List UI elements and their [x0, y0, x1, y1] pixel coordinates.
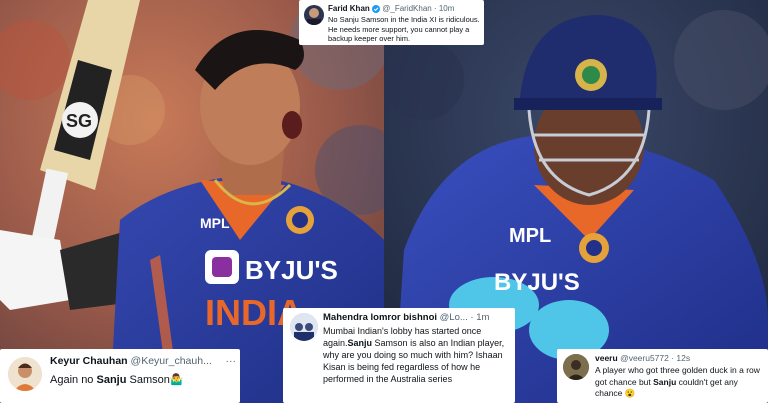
verified-icon [372, 4, 381, 13]
avatar[interactable] [563, 354, 589, 380]
jersey-sponsor-label: BYJU'S [245, 255, 338, 285]
keeper-jersey-maker-label: MPL [509, 225, 551, 247]
author-name[interactable]: Mahendra lomror bishnoi [323, 312, 437, 323]
bat-logo: SG [66, 111, 92, 131]
more-options-icon[interactable]: ··· [226, 355, 237, 367]
author-name[interactable]: veeru [595, 353, 618, 363]
jersey-maker-label: MPL [200, 215, 230, 231]
author-handle[interactable]: @Keyur_chauh... [131, 355, 212, 367]
author-name[interactable]: Keyur Chauhan [50, 355, 128, 367]
tweet-veeru: veeru @veeru5772 · 12s A player who got … [557, 349, 768, 403]
author-name[interactable]: Farid Khan [328, 4, 370, 13]
tweet-mahendra: Mahendra lomror bishnoi @Lo... · 1m Mumb… [283, 308, 515, 403]
avatar[interactable] [304, 5, 324, 25]
author-handle[interactable]: @_FaridKhan · 10m [382, 4, 454, 13]
author-handle[interactable]: @Lo... · 1m [440, 312, 490, 323]
avatar[interactable] [8, 357, 42, 391]
keeper-jersey-sponsor-label: BYJU'S [494, 269, 580, 296]
avatar[interactable] [290, 313, 318, 341]
tweet-farid-khan: Farid Khan @_FaridKhan · 10m No Sanju Sa… [299, 0, 484, 45]
tweet-text: No Sanju Samson in the India XI is ridic… [328, 15, 480, 43]
tweet-text: A player who got three golden duck in a … [595, 365, 760, 398]
author-handle[interactable]: @veeru5772 · 12s [620, 353, 690, 363]
tweet-keyur-chauhan: Keyur Chauhan @Keyur_chauh... ··· Again … [0, 349, 240, 403]
tweet-text: Mumbai Indian's lobby has started once a… [323, 326, 505, 384]
tweet-text: Again no Sanju Samson🤷‍♂️ [50, 374, 184, 386]
